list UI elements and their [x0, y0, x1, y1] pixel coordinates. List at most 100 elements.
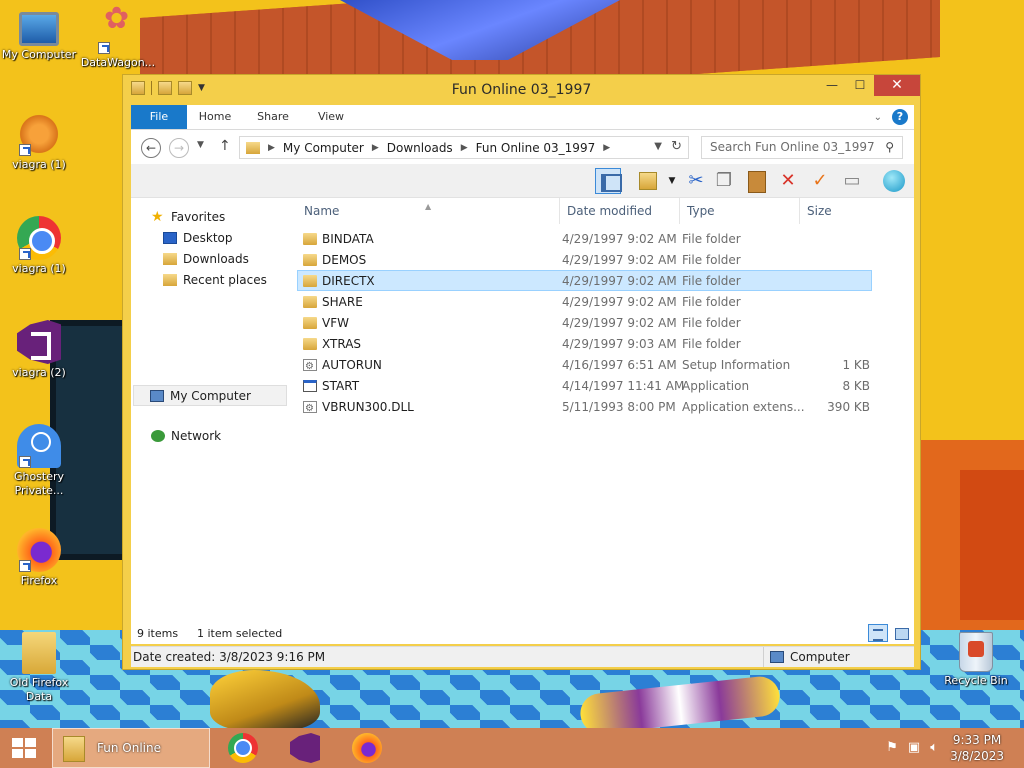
globe-icon[interactable] — [881, 168, 907, 194]
address-bar[interactable]: ▶ My Computer ▶ Downloads ▶ Fun Online 0… — [239, 136, 689, 159]
close-button[interactable]: ✕ — [874, 75, 920, 96]
sidebar-item-my-computer[interactable]: My Computer — [133, 385, 287, 406]
file-type: File folder — [682, 295, 741, 309]
sidebar-item-label: Network — [171, 429, 222, 443]
help-icon[interactable]: ? — [892, 109, 908, 125]
column-header-size[interactable]: Size — [799, 198, 877, 224]
sidebar-item-downloads[interactable]: Downloads — [163, 250, 249, 268]
file-type: Setup Information — [682, 358, 791, 372]
search-input[interactable]: Search Fun Online 03_1997 ⚲ — [701, 136, 903, 159]
file-row-vfw[interactable]: VFW 4/29/1997 9:02 AM File folder — [297, 312, 872, 333]
chevron-down-icon[interactable]: ▼ — [659, 168, 685, 194]
file-row-share[interactable]: SHARE 4/29/1997 9:02 AM File folder — [297, 291, 872, 312]
minimize-button[interactable]: — — [818, 75, 846, 96]
sidebar-item-network[interactable]: Network — [151, 427, 221, 445]
rename-icon[interactable]: ▭ — [839, 168, 865, 194]
large-icons-view-icon[interactable] — [892, 625, 910, 641]
file-name: START — [322, 379, 360, 393]
up-button[interactable]: ↑ — [219, 138, 231, 154]
desktop-icon-old-firefox-data[interactable]: Old Firefox Data — [1, 632, 77, 704]
desktop-icon-my-computer[interactable]: My Computer — [1, 10, 77, 62]
chevron-right-icon[interactable]: ▶ — [372, 143, 379, 153]
start-button[interactable] — [0, 728, 48, 768]
chevron-right-icon[interactable]: ▶ — [268, 143, 275, 153]
desktop-icon-ghostery[interactable]: Ghostery Private... — [1, 424, 77, 498]
ribbon-tabs: File Home Share View ⌄ ? — [131, 105, 914, 130]
firefox-icon[interactable] — [352, 733, 382, 763]
desktop-icon-label: Recycle Bin — [944, 674, 1008, 687]
back-button[interactable]: ← — [141, 138, 161, 158]
file-date: 4/29/1997 9:02 AM — [562, 253, 677, 267]
taskbar-item-explorer[interactable]: Fun Online 03_1997 — [52, 728, 210, 768]
file-row-demos[interactable]: DEMOS 4/29/1997 9:02 AM File folder — [297, 249, 872, 270]
tab-file[interactable]: File — [131, 105, 187, 129]
window-title: Fun Online 03_1997 — [451, 82, 592, 98]
file-date: 4/29/1997 9:03 AM — [562, 337, 677, 351]
folder-icon — [303, 317, 317, 329]
sidebar-item-desktop[interactable]: Desktop — [163, 229, 233, 247]
title-bar[interactable]: ▼ Fun Online 03_1997 — ☐ ✕ — [123, 75, 920, 105]
selection-count: 1 item selected — [197, 627, 283, 640]
delete-icon[interactable]: ✕ — [775, 168, 801, 194]
volume-icon[interactable]: 🔈︎ — [930, 740, 938, 755]
file-row-directx[interactable]: DIRECTX 4/29/1997 9:02 AM File folder — [297, 270, 872, 291]
column-header-name[interactable]: Name ▲ — [297, 198, 557, 224]
tab-view[interactable]: View — [311, 105, 351, 129]
sidebar-item-favorites[interactable]: ★ Favorites — [151, 208, 225, 226]
navigation-bar: ← → ▼ ↑ ▶ My Computer ▶ Downloads ▶ Fun … — [131, 130, 914, 164]
file-row-xtras[interactable]: XTRAS 4/29/1997 9:03 AM File folder — [297, 333, 872, 354]
copy-icon[interactable]: ❐ — [711, 168, 737, 194]
file-name: XTRAS — [322, 337, 362, 351]
desktop-icon — [163, 232, 177, 244]
breadcrumb-downloads[interactable]: Downloads — [387, 141, 453, 155]
firefox-icon — [17, 528, 61, 572]
computer-icon — [19, 12, 59, 46]
visual-studio-icon[interactable] — [290, 733, 320, 763]
location-label: Computer — [790, 650, 850, 664]
column-header-type[interactable]: Type — [679, 198, 797, 224]
flag-icon[interactable]: ⚑ — [886, 740, 898, 755]
expand-ribbon-icon[interactable]: ⌄ — [874, 112, 882, 123]
file-row-vbrun300[interactable]: VBRUN300.DLL 5/11/1993 8:00 PM Applicati… — [297, 396, 872, 419]
chevron-right-icon[interactable]: ▶ — [603, 143, 610, 153]
file-date: 5/11/1993 8:00 PM — [562, 400, 676, 414]
sidebar-item-recent-places[interactable]: Recent places — [163, 271, 267, 289]
folder-icon — [63, 736, 85, 762]
layout-pane-icon[interactable] — [595, 168, 622, 194]
details-bar: Date created: 3/8/2023 9:16 PM Computer — [131, 646, 914, 667]
checkmark-icon[interactable]: ✓ — [807, 168, 833, 194]
refresh-icon[interactable]: ↻ — [671, 139, 682, 154]
clock[interactable]: 9:33 PM 3/8/2023 — [950, 732, 1004, 764]
breadcrumb-current-folder[interactable]: Fun Online 03_1997 — [476, 141, 596, 155]
chevron-down-icon[interactable]: ▼ — [654, 141, 662, 152]
file-date: 4/29/1997 9:02 AM — [562, 316, 677, 330]
desktop-icon-datawagon[interactable]: DataWagon... — [80, 10, 156, 70]
recent-locations-icon[interactable]: ▼ — [197, 140, 204, 150]
properties-icon[interactable] — [635, 168, 661, 194]
file-row-autorun[interactable]: AUTORUN 4/16/1997 6:51 AM Setup Informat… — [297, 354, 872, 377]
file-row-start[interactable]: START 4/14/1997 11:41 AM Application 8 K… — [297, 375, 872, 396]
column-header-date-modified[interactable]: Date modified — [559, 198, 677, 224]
forward-button[interactable]: → — [169, 138, 189, 158]
cut-icon[interactable]: ✂ — [683, 168, 709, 194]
details-view-icon[interactable] — [868, 624, 888, 642]
desktop-icon-viagra-2[interactable]: viagra (2) — [1, 320, 77, 380]
paste-icon[interactable] — [743, 168, 769, 194]
desktop-icon-viagra-1[interactable]: viagra (1) — [1, 112, 77, 172]
tab-share[interactable]: Share — [249, 105, 297, 129]
chevron-right-icon[interactable]: ▶ — [461, 143, 468, 153]
search-placeholder: Search Fun Online 03_1997 — [710, 140, 875, 154]
search-icon[interactable]: ⚲ — [885, 137, 894, 158]
desktop-icon-firefox[interactable]: Firefox — [1, 528, 77, 588]
breadcrumb-my-computer[interactable]: My Computer — [283, 141, 364, 155]
desktop-icon-viagra-chrome[interactable]: viagra (1) — [1, 216, 77, 276]
file-row-bindata[interactable]: BINDATA 4/29/1997 9:02 AM File folder — [297, 228, 872, 249]
file-name: SHARE — [322, 295, 363, 309]
network-icon[interactable]: ▣ — [908, 740, 920, 755]
maximize-button[interactable]: ☐ — [846, 75, 874, 96]
folder-icon — [303, 254, 317, 266]
tab-home[interactable]: Home — [193, 105, 237, 129]
desktop-icon-recycle-bin[interactable]: Recycle Bin — [938, 632, 1014, 688]
chrome-icon[interactable] — [228, 733, 258, 763]
chrome-icon — [17, 216, 61, 260]
